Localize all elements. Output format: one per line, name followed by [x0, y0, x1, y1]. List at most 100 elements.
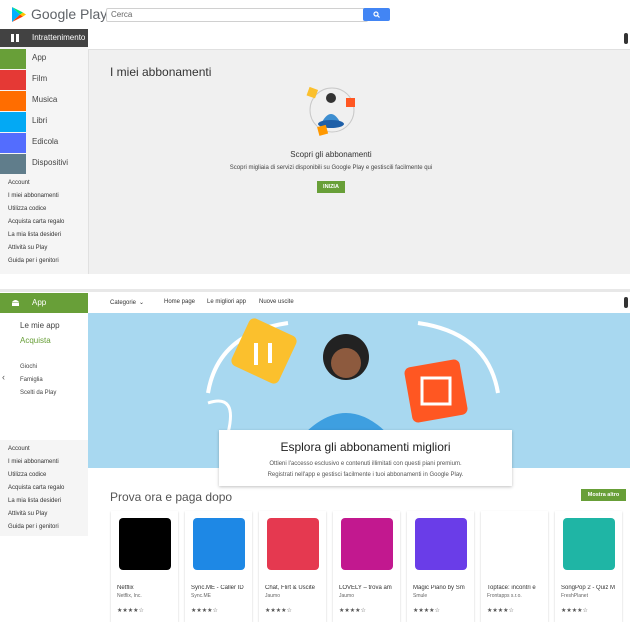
account-link[interactable]: La mia lista desideri	[8, 498, 86, 511]
categories-label: Categorie	[110, 300, 137, 306]
apps-top-bar	[0, 293, 630, 314]
sidebar-link-my-apps[interactable]: Le mie app	[20, 321, 60, 330]
subscriptions-heading: Scopri gli abbonamenti	[290, 150, 372, 159]
sidebar-link-games[interactable]: Giochi	[20, 364, 37, 370]
logo-text[interactable]: Google Play	[31, 6, 107, 22]
app-developer[interactable]: Jaumo	[265, 593, 325, 599]
app-card[interactable]: Topface: incontri e Frontapps s.r.o. ★★★★☆	[481, 511, 548, 622]
account-icon[interactable]	[624, 33, 628, 44]
app-title[interactable]: SongPop 2 - Quiz M	[561, 585, 621, 591]
android-icon	[12, 300, 19, 306]
app-card[interactable]: Chat, Flirt & Uscite Jaumo ★★★★☆	[259, 511, 326, 622]
sidebar-item-film[interactable]: Film	[0, 70, 88, 90]
app-card[interactable]: Sync.ME - Caller ID Sync.ME ★★★★☆	[185, 511, 252, 622]
nav-tab-home[interactable]: Home page	[164, 299, 195, 305]
account-links-top: Account I miei abbonamenti Utilizza codice…	[8, 180, 86, 271]
nav-tab-new-releases[interactable]: Nuove uscite	[259, 299, 294, 305]
sidebar-item-label: Edicola	[32, 137, 59, 146]
account-link[interactable]: I miei abbonamenti	[8, 193, 86, 206]
play-logo-icon[interactable]	[11, 6, 27, 23]
app-rating-stars: ★★★★☆	[265, 608, 292, 614]
app-card[interactable]: Netflix Netflix, Inc. ★★★★☆	[111, 511, 178, 622]
show-more-button[interactable]: Mostra altro	[581, 489, 626, 501]
music-icon	[0, 91, 26, 111]
start-button[interactable]: INIZIA	[317, 181, 345, 193]
app-title[interactable]: Netflix	[117, 585, 177, 591]
app-card[interactable]: SongPop 2 - Quiz M FreshPlanet ★★★★☆	[555, 511, 622, 622]
sidebar-link-shop[interactable]: Acquista	[20, 336, 51, 345]
app-developer[interactable]: Jaumo	[339, 593, 399, 599]
collapse-arrow-icon[interactable]: ‹	[2, 372, 5, 382]
subscriptions-title: I miei abbonamenti	[110, 65, 212, 79]
sidebar-link-family[interactable]: Famiglia	[20, 377, 43, 383]
app-icon[interactable]	[193, 518, 245, 570]
promo-line-1: Ottieni l'accesso esclusivo e contenuti …	[269, 461, 462, 467]
account-icon[interactable]	[624, 297, 628, 308]
meditation-illustration	[306, 86, 355, 136]
app-developer[interactable]: Netflix, Inc.	[117, 593, 177, 599]
account-links-apps: Account I miei abbonamenti Utilizza codice…	[8, 446, 86, 537]
app-icon[interactable]	[119, 518, 171, 570]
app-title[interactable]: Chat, Flirt & Uscite	[265, 585, 325, 591]
app-card[interactable]: Magic Piano by Sm Smule ★★★★☆	[407, 511, 474, 622]
account-link[interactable]: Acquista carta regalo	[8, 219, 86, 232]
app-icon[interactable]	[489, 518, 541, 570]
account-link[interactable]: La mia lista desideri	[8, 232, 86, 245]
account-link[interactable]: Attività su Play	[8, 245, 86, 258]
sidebar-item-label: Libri	[32, 116, 48, 125]
sidebar-item-label: App	[32, 53, 47, 62]
android-icon	[0, 49, 26, 69]
sidebar-header-entertainment[interactable]: Intrattenimento	[0, 29, 88, 47]
devices-icon	[0, 154, 26, 174]
app-rating-stars: ★★★★☆	[117, 608, 144, 614]
account-link[interactable]: I miei abbonamenti	[8, 459, 86, 472]
account-link[interactable]: Guida per i genitori	[8, 258, 86, 271]
top-nav-strip	[88, 29, 630, 50]
sidebar-item-label: Musica	[32, 95, 58, 104]
sidebar-item-app[interactable]: App	[0, 49, 88, 69]
account-link[interactable]: Attività su Play	[8, 511, 86, 524]
account-link[interactable]: Account	[8, 446, 86, 459]
app-title[interactable]: Topface: incontri e	[487, 585, 547, 591]
account-link[interactable]: Utilizza codice	[8, 206, 86, 219]
sidebar-item-newsstand[interactable]: Edicola	[0, 133, 88, 153]
sidebar-item-label: Film	[32, 74, 48, 83]
apps-grid-icon	[11, 34, 19, 42]
app-icon[interactable]	[563, 518, 615, 570]
app-title[interactable]: LOVELY – trova am	[339, 585, 399, 591]
sidebar-header-apps[interactable]: App	[0, 293, 88, 313]
sidebar-item-devices[interactable]: Dispositivi	[0, 154, 88, 174]
newsstand-icon	[0, 133, 26, 153]
app-icon[interactable]	[267, 518, 319, 570]
nav-tab-top-apps[interactable]: Le migliori app	[207, 299, 246, 305]
app-rating-stars: ★★★★☆	[413, 608, 440, 614]
account-link[interactable]: Guida per i genitori	[8, 524, 86, 537]
app-developer[interactable]: FreshPlanet	[561, 593, 621, 599]
account-link[interactable]: Utilizza codice	[8, 472, 86, 485]
sidebar-header-label: Intrattenimento	[32, 33, 86, 42]
promo-card: Esplora gli abbonamenti migliori Ottieni…	[219, 430, 512, 486]
account-link[interactable]: Acquista carta regalo	[8, 485, 86, 498]
search-icon	[373, 11, 380, 18]
app-rating-stars: ★★★★☆	[487, 608, 514, 614]
top-header: Google Play Cerca	[0, 0, 630, 30]
app-icon[interactable]	[341, 518, 393, 570]
account-link[interactable]: Account	[8, 180, 86, 193]
sidebar-item-books[interactable]: Libri	[0, 112, 88, 132]
app-developer[interactable]: Sync.ME	[191, 593, 251, 599]
section-title: Prova ora e paga dopo	[110, 490, 233, 504]
app-title[interactable]: Magic Piano by Sm	[413, 585, 473, 591]
categories-dropdown[interactable]: Categorie ⌄	[110, 299, 144, 306]
search-input[interactable]: Cerca	[106, 8, 368, 22]
app-developer[interactable]: Frontapps s.r.o.	[487, 593, 547, 599]
app-icon[interactable]	[415, 518, 467, 570]
search-button[interactable]	[363, 8, 390, 21]
sidebar-link-editors-choice[interactable]: Scelti da Play	[20, 390, 56, 396]
app-developer[interactable]: Smule	[413, 593, 473, 599]
app-rating-stars: ★★★★☆	[191, 608, 218, 614]
app-card[interactable]: LOVELY – trova am Jaumo ★★★★☆	[333, 511, 400, 622]
sidebar-item-music[interactable]: Musica	[0, 91, 88, 111]
app-title[interactable]: Sync.ME - Caller ID	[191, 585, 251, 591]
film-icon	[0, 70, 26, 90]
promo-title: Esplora gli abbonamenti migliori	[280, 440, 451, 454]
